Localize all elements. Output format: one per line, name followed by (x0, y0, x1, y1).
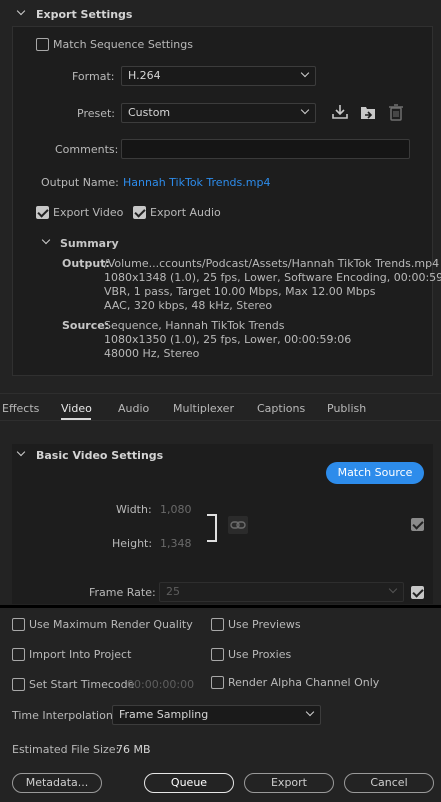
section-divider (0, 605, 441, 608)
use-proxies-checkbox[interactable] (211, 648, 224, 661)
summary-output-line-1: /Volume...ccounts/Podcast/Assets/Hannah … (104, 257, 440, 270)
max-render-quality-checkbox[interactable] (12, 618, 25, 631)
chevron-down-icon (388, 584, 398, 594)
use-proxies-label: Use Proxies (228, 648, 292, 661)
chevron-down-icon (305, 707, 315, 717)
use-previews-checkbox[interactable] (211, 618, 224, 631)
export-audio-label: Export Audio (150, 206, 221, 219)
summary-output-line-4: AAC, 320 kbps, 48 kHz, Stereo (104, 299, 273, 312)
format-value: H.264 (128, 69, 161, 82)
render-alpha-label: Render Alpha Channel Only (228, 676, 380, 689)
frame-rate-label: Frame Rate: (89, 586, 156, 599)
import-preset-icon[interactable] (359, 104, 377, 121)
time-interpolation-value: Frame Sampling (119, 708, 209, 721)
comments-field[interactable] (121, 139, 410, 159)
tab-publish[interactable]: Publish (327, 402, 366, 415)
export-video-checkbox[interactable] (36, 206, 49, 219)
set-start-timecode-label: Set Start Timecode (29, 678, 135, 691)
chain-link-icon (230, 521, 246, 529)
metadata-button[interactable]: Metadata... (12, 773, 102, 793)
summary-output-label: Output: (62, 257, 110, 270)
export-button[interactable]: Export (244, 773, 334, 793)
format-label: Format: (72, 70, 115, 83)
tab-audio[interactable]: Audio (118, 402, 149, 415)
frame-rate-dropdown[interactable]: 25 (159, 582, 404, 602)
chevron-down-icon (300, 68, 310, 78)
frame-rate-override-checkbox[interactable] (411, 586, 424, 599)
tab-captions[interactable]: Captions (257, 402, 305, 415)
height-label: Height: (112, 537, 153, 550)
height-value[interactable]: 1,348 (160, 537, 192, 550)
basic-video-title: Basic Video Settings (36, 449, 164, 462)
queue-button[interactable]: Queue (144, 773, 234, 793)
match-source-button[interactable]: Match Source (326, 462, 424, 484)
import-into-project-label: Import Into Project (29, 648, 132, 661)
export-settings-title: Export Settings (36, 8, 133, 21)
format-dropdown[interactable]: H.264 (121, 66, 316, 86)
summary-source-line-2: 1080x1350 (1.0), 25 fps, Lower, 00:00:59… (104, 333, 352, 346)
estimated-size-value: 76 MB (116, 743, 151, 756)
tab-effects[interactable]: Effects (2, 402, 39, 415)
summary-source-label: Source: (62, 319, 110, 332)
summary-source-line-3: 48000 Hz, Stereo (104, 347, 200, 360)
save-preset-icon[interactable] (331, 104, 349, 120)
summary-output-line-3: VBR, 1 pass, Target 10.00 Mbps, Max 12.0… (104, 285, 376, 298)
summary-output-line-2: 1080x1348 (1.0), 25 fps, Lower, Software… (104, 271, 441, 284)
preset-dropdown[interactable]: Custom (121, 103, 316, 123)
export-video-label: Export Video (53, 206, 124, 219)
tab-bar-bottom (0, 420, 441, 421)
estimated-size-label: Estimated File Size: (12, 743, 120, 756)
width-label: Width: (116, 503, 152, 516)
comments-label: Comments: (55, 143, 119, 156)
chevron-down-icon (300, 105, 310, 115)
time-interpolation-dropdown[interactable]: Frame Sampling (112, 705, 321, 725)
link-bracket (207, 514, 217, 542)
link-toggle[interactable] (228, 516, 248, 534)
use-previews-label: Use Previews (228, 618, 301, 631)
max-render-quality-label: Use Maximum Render Quality (29, 618, 193, 631)
preset-value: Custom (128, 106, 171, 119)
start-timecode-value[interactable]: 00:00:00:00 (127, 678, 194, 691)
export-audio-checkbox[interactable] (133, 206, 146, 219)
match-source-label: Match Source (337, 466, 413, 479)
tab-video[interactable]: Video (61, 402, 92, 415)
render-alpha-checkbox[interactable] (211, 676, 224, 689)
cancel-button[interactable]: Cancel (344, 773, 434, 793)
output-name-label: Output Name: (41, 176, 119, 189)
summary-source-line-1: Sequence, Hannah TikTok Trends (104, 319, 285, 332)
summary-title: Summary (60, 237, 119, 250)
tab-divider (0, 393, 441, 394)
match-sequence-checkbox[interactable] (36, 38, 49, 51)
delete-preset-icon[interactable] (388, 103, 404, 121)
output-name-link[interactable]: Hannah TikTok Trends.mp4 (123, 176, 270, 189)
dimensions-override-checkbox[interactable] (411, 518, 424, 531)
preset-label: Preset: (77, 107, 116, 120)
width-value[interactable]: 1,080 (160, 503, 192, 516)
import-into-project-checkbox[interactable] (12, 648, 25, 661)
tab-multiplexer[interactable]: Multiplexer (173, 402, 234, 415)
time-interpolation-label: Time Interpolation: (12, 709, 117, 722)
set-start-timecode-checkbox[interactable] (12, 678, 25, 691)
export-settings-collapse-icon[interactable] (16, 6, 26, 16)
frame-rate-value: 25 (166, 585, 180, 598)
match-sequence-label: Match Sequence Settings (53, 38, 193, 51)
